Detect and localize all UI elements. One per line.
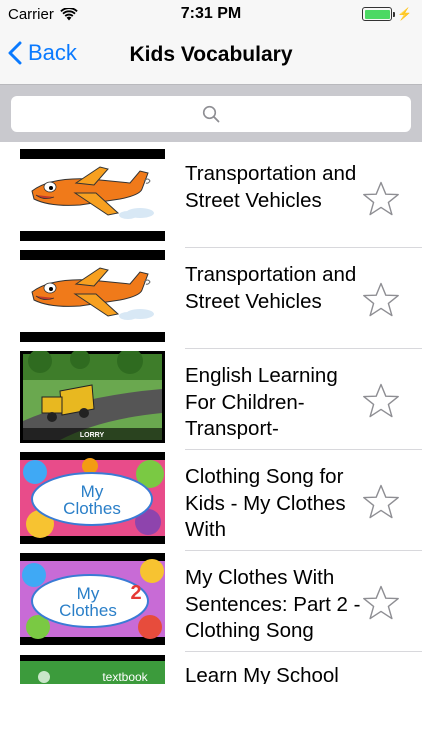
video-title: Transportation and Street Vehicles bbox=[185, 263, 357, 313]
list-item[interactable]: Transportation and Street Vehicles bbox=[0, 248, 422, 349]
video-thumbnail: textbook bbox=[20, 655, 165, 685]
star-icon[interactable] bbox=[362, 584, 400, 622]
search-input[interactable] bbox=[11, 96, 411, 132]
list-item[interactable]: My Clothes Clothing Song for Kids - My C… bbox=[0, 450, 422, 551]
video-title: Transportation and Street Vehicles bbox=[185, 162, 357, 212]
list-footer bbox=[0, 684, 422, 750]
status-bar: Carrier 7:31 PM ⚡ bbox=[0, 0, 422, 28]
star-icon[interactable] bbox=[362, 483, 400, 521]
page-title: Kids Vocabulary bbox=[129, 43, 293, 66]
star-icon[interactable] bbox=[362, 180, 400, 218]
list-item[interactable]: Transportation and Street Vehicles bbox=[0, 147, 422, 248]
star-icon[interactable] bbox=[362, 281, 400, 319]
video-thumbnail: My Clothes 2 bbox=[20, 553, 165, 645]
thumb-line2: Clothes bbox=[63, 499, 121, 518]
video-title: My Clothes With Sentences: Part 2 - Clot… bbox=[185, 566, 361, 642]
search-bar bbox=[0, 84, 422, 142]
thumb-caption: textbook bbox=[102, 670, 148, 684]
thumb-caption: LORRY bbox=[80, 432, 105, 439]
thumb-number: 2 bbox=[130, 582, 141, 604]
search-field[interactable] bbox=[11, 96, 411, 132]
navigation-bar: Back Kids Vocabulary bbox=[0, 28, 422, 84]
video-title: Clothing Song for Kids - My Clothes With bbox=[185, 465, 346, 541]
thumb-line2: Clothes bbox=[59, 601, 117, 620]
status-time: 7:31 PM bbox=[180, 5, 242, 22]
video-list: Transportation and Street Vehicles Trans… bbox=[0, 142, 422, 750]
charging-icon: ⚡ bbox=[397, 7, 412, 21]
list-item[interactable]: My Clothes 2 My Clothes With Sentences: … bbox=[0, 551, 422, 652]
video-title: English Learning For Children- Transport… bbox=[185, 364, 338, 440]
video-thumbnail bbox=[20, 250, 165, 342]
battery-icon: ⚡ bbox=[362, 7, 412, 21]
list-item[interactable]: LORRY English Learning For Children- Tra… bbox=[0, 349, 422, 450]
video-thumbnail: My Clothes bbox=[20, 452, 165, 544]
video-thumbnail: LORRY bbox=[20, 351, 165, 443]
star-icon[interactable] bbox=[362, 382, 400, 420]
video-thumbnail bbox=[20, 149, 165, 241]
